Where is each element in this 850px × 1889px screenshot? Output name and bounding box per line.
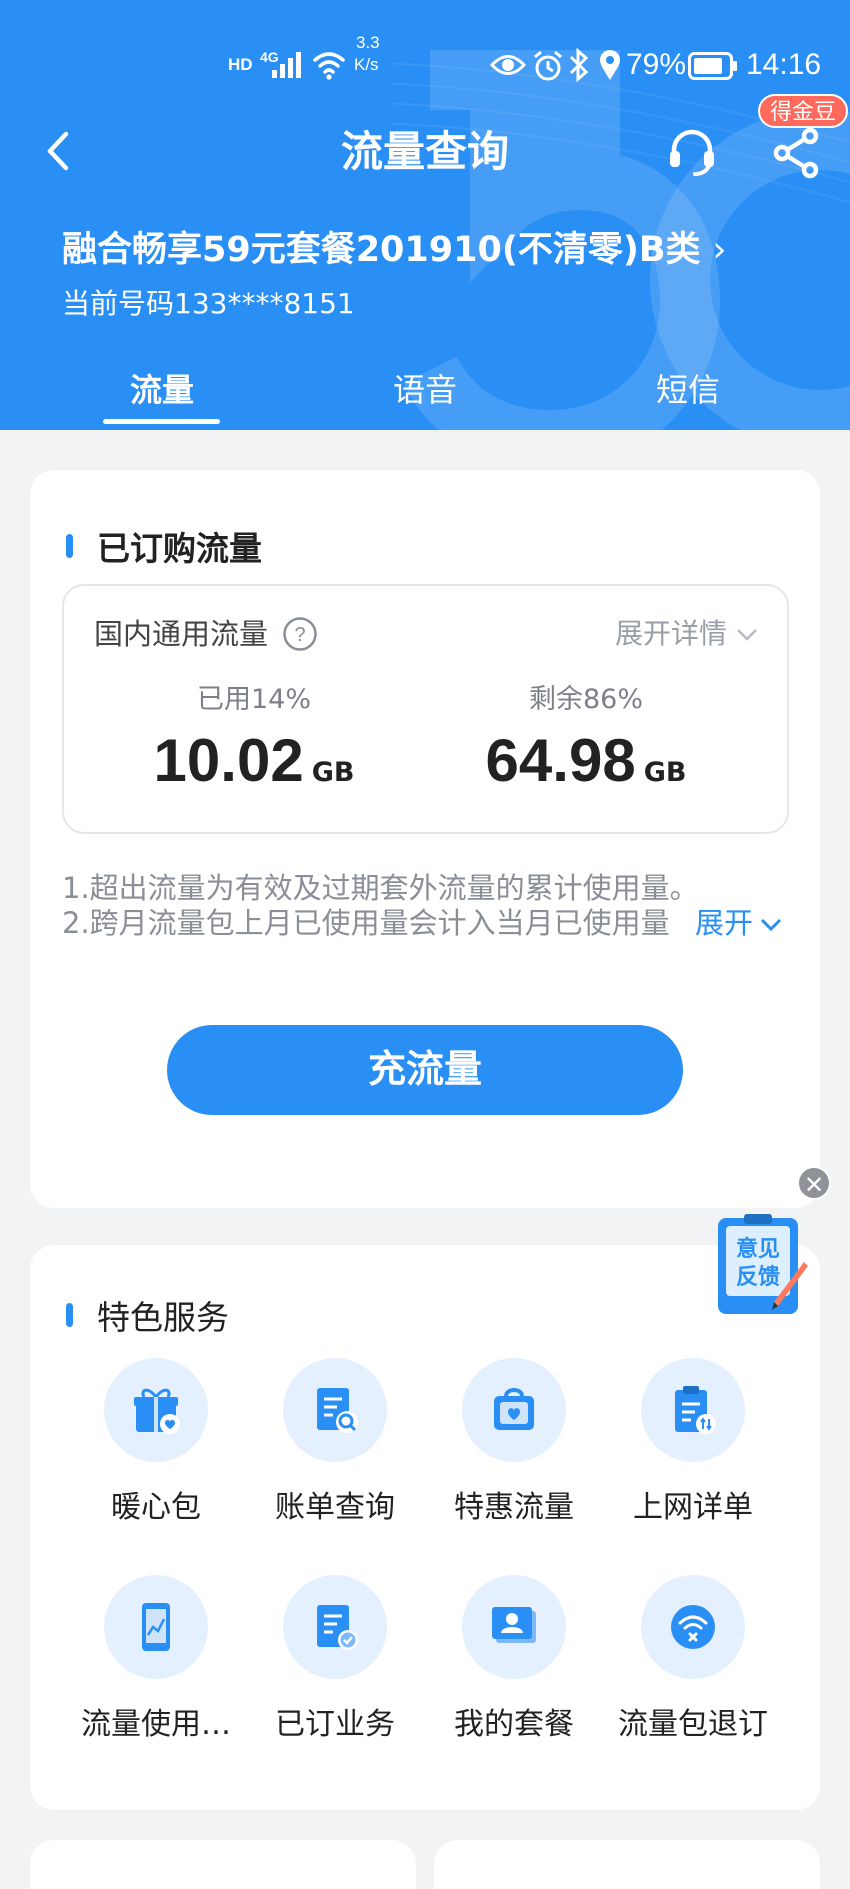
- gift-icon: [134, 1388, 180, 1434]
- service-label: 上网详单: [633, 1490, 753, 1525]
- chevron-down-icon: [759, 903, 783, 943]
- used-unit: GB: [311, 757, 355, 788]
- tab-sms[interactable]: 短信: [588, 365, 788, 415]
- service-label: 账单查询: [275, 1490, 395, 1525]
- bag-heart-icon: [494, 1388, 534, 1430]
- clipboard-icon: [675, 1386, 716, 1434]
- service-my-plan[interactable]: 我的套餐: [424, 1575, 604, 1745]
- battery-percent: 79%: [626, 48, 687, 81]
- profile-card-icon: [492, 1607, 536, 1643]
- svg-text:?: ?: [294, 624, 305, 646]
- service-discount-data[interactable]: 特惠流量: [424, 1358, 604, 1528]
- remaining-stat: 剩余86% 64.98 GB: [436, 682, 736, 811]
- chevron-down-icon: [735, 614, 759, 654]
- services-section-header: 特色服务: [66, 1291, 229, 1339]
- location-icon: [600, 50, 620, 80]
- feedback-float-icon[interactable]: 意见 反馈: [714, 1212, 810, 1322]
- domestic-data-box: 国内通用流量 ? 展开详情 已用14% 10.02 GB 剩余86% 64.98 G…: [62, 584, 789, 834]
- expand-notes-link[interactable]: 展开: [695, 903, 783, 943]
- service-label: 我的套餐: [454, 1707, 574, 1742]
- eye-icon: [490, 55, 526, 75]
- service-label: 已订业务: [275, 1707, 395, 1742]
- battery-icon: [688, 52, 737, 80]
- service-label: 流量使用…: [81, 1707, 231, 1742]
- tab-data[interactable]: 流量: [62, 365, 262, 415]
- page-title: 流量查询: [340, 127, 509, 176]
- bluetooth-icon: [569, 48, 589, 82]
- feedback-line-2: 反馈: [736, 1264, 780, 1290]
- remaining-unit: GB: [643, 757, 687, 788]
- service-label: 特惠流量: [454, 1490, 574, 1525]
- service-label: 暖心包: [111, 1490, 201, 1525]
- service-data-detail[interactable]: 上网详单: [603, 1358, 783, 1528]
- featured-services-card: 特色服务 暖心包 账单查询 特惠流量 上网详单 流量使用… 已订业务 我的套餐 …: [30, 1245, 820, 1810]
- service-subscribed-business[interactable]: 已订业务: [245, 1575, 425, 1745]
- status-bar: HD 4G 3.3 K/s 79% 14:16: [0, 33, 850, 90]
- chevron-right-icon: ›: [712, 230, 727, 270]
- domestic-data-label: 国内通用流量: [94, 617, 269, 651]
- service-warm-package[interactable]: 暖心包: [66, 1358, 246, 1528]
- plan-name: 融合畅享59元套餐201910(不清零)B类: [62, 230, 701, 270]
- remaining-label: 剩余86%: [528, 684, 643, 715]
- subscribed-section-title: 已订购流量: [97, 529, 262, 568]
- recharge-data-button[interactable]: 充流量: [167, 1025, 683, 1115]
- used-stat: 已用14% 10.02 GB: [104, 682, 404, 811]
- close-float-icon[interactable]: ✕: [797, 1166, 831, 1200]
- feedback-line-1: 意见: [736, 1236, 780, 1262]
- net-speed-unit: K/s: [354, 55, 379, 74]
- wifi-cancel-icon: [671, 1605, 715, 1649]
- section-marker: [66, 534, 73, 558]
- wifi-icon: [313, 52, 345, 80]
- nav-bar: 流量查询: [0, 118, 850, 188]
- tab-active-indicator: [103, 419, 220, 424]
- header: HD 4G 3.3 K/s 79% 14:16 流量查询 得金豆 融合畅享59元…: [0, 0, 850, 430]
- promo-card-left[interactable]: [30, 1840, 416, 1889]
- remaining-value: 64.98: [485, 727, 636, 794]
- alarm-icon: [534, 50, 562, 81]
- hd-indicator: HD: [228, 55, 253, 74]
- current-phone-number: 当前号码133****8151: [62, 287, 355, 320]
- expand-detail-label: 展开详情: [614, 617, 727, 650]
- service-unsubscribe-pack[interactable]: 流量包退订: [603, 1575, 783, 1745]
- subscribed-data-card: 已订购流量 国内通用流量 ? 展开详情 已用14% 10.02 GB 剩余86% …: [30, 470, 820, 1208]
- section-marker: [66, 1303, 73, 1327]
- used-value: 10.02: [153, 727, 304, 794]
- services-section-title: 特色服务: [97, 1298, 229, 1337]
- note-line-1: 1.超出流量为有效及过期套外流量的累计使用量。: [62, 871, 699, 905]
- signal-icon: [272, 52, 301, 78]
- service-label: 流量包退订: [618, 1707, 768, 1742]
- used-label: 已用14%: [196, 684, 311, 715]
- promo-card-right[interactable]: [434, 1840, 820, 1889]
- service-data-usage[interactable]: 流量使用…: [66, 1575, 246, 1745]
- help-icon[interactable]: ?: [282, 616, 318, 652]
- phone-chart-icon: [142, 1603, 170, 1651]
- plan-name-link[interactable]: 融合畅享59元套餐201910(不清零)B类 ›: [62, 226, 727, 274]
- expand-notes-label: 展开: [695, 906, 754, 940]
- bill-search-icon: [317, 1388, 358, 1433]
- share-icon[interactable]: [770, 126, 824, 180]
- doc-check-icon: [317, 1605, 358, 1650]
- subscribed-section-header: 已订购流量: [66, 522, 262, 570]
- clock: 14:16: [746, 48, 822, 81]
- tab-voice[interactable]: 语音: [325, 365, 525, 415]
- customer-service-icon[interactable]: [665, 124, 719, 178]
- gold-bean-badge[interactable]: 得金豆: [758, 94, 849, 128]
- service-bill-query[interactable]: 账单查询: [245, 1358, 425, 1528]
- expand-detail-toggle[interactable]: 展开详情: [615, 614, 759, 654]
- note-line-2: 2.跨月流量包上月已使用量会计入当月已使用量: [62, 906, 670, 940]
